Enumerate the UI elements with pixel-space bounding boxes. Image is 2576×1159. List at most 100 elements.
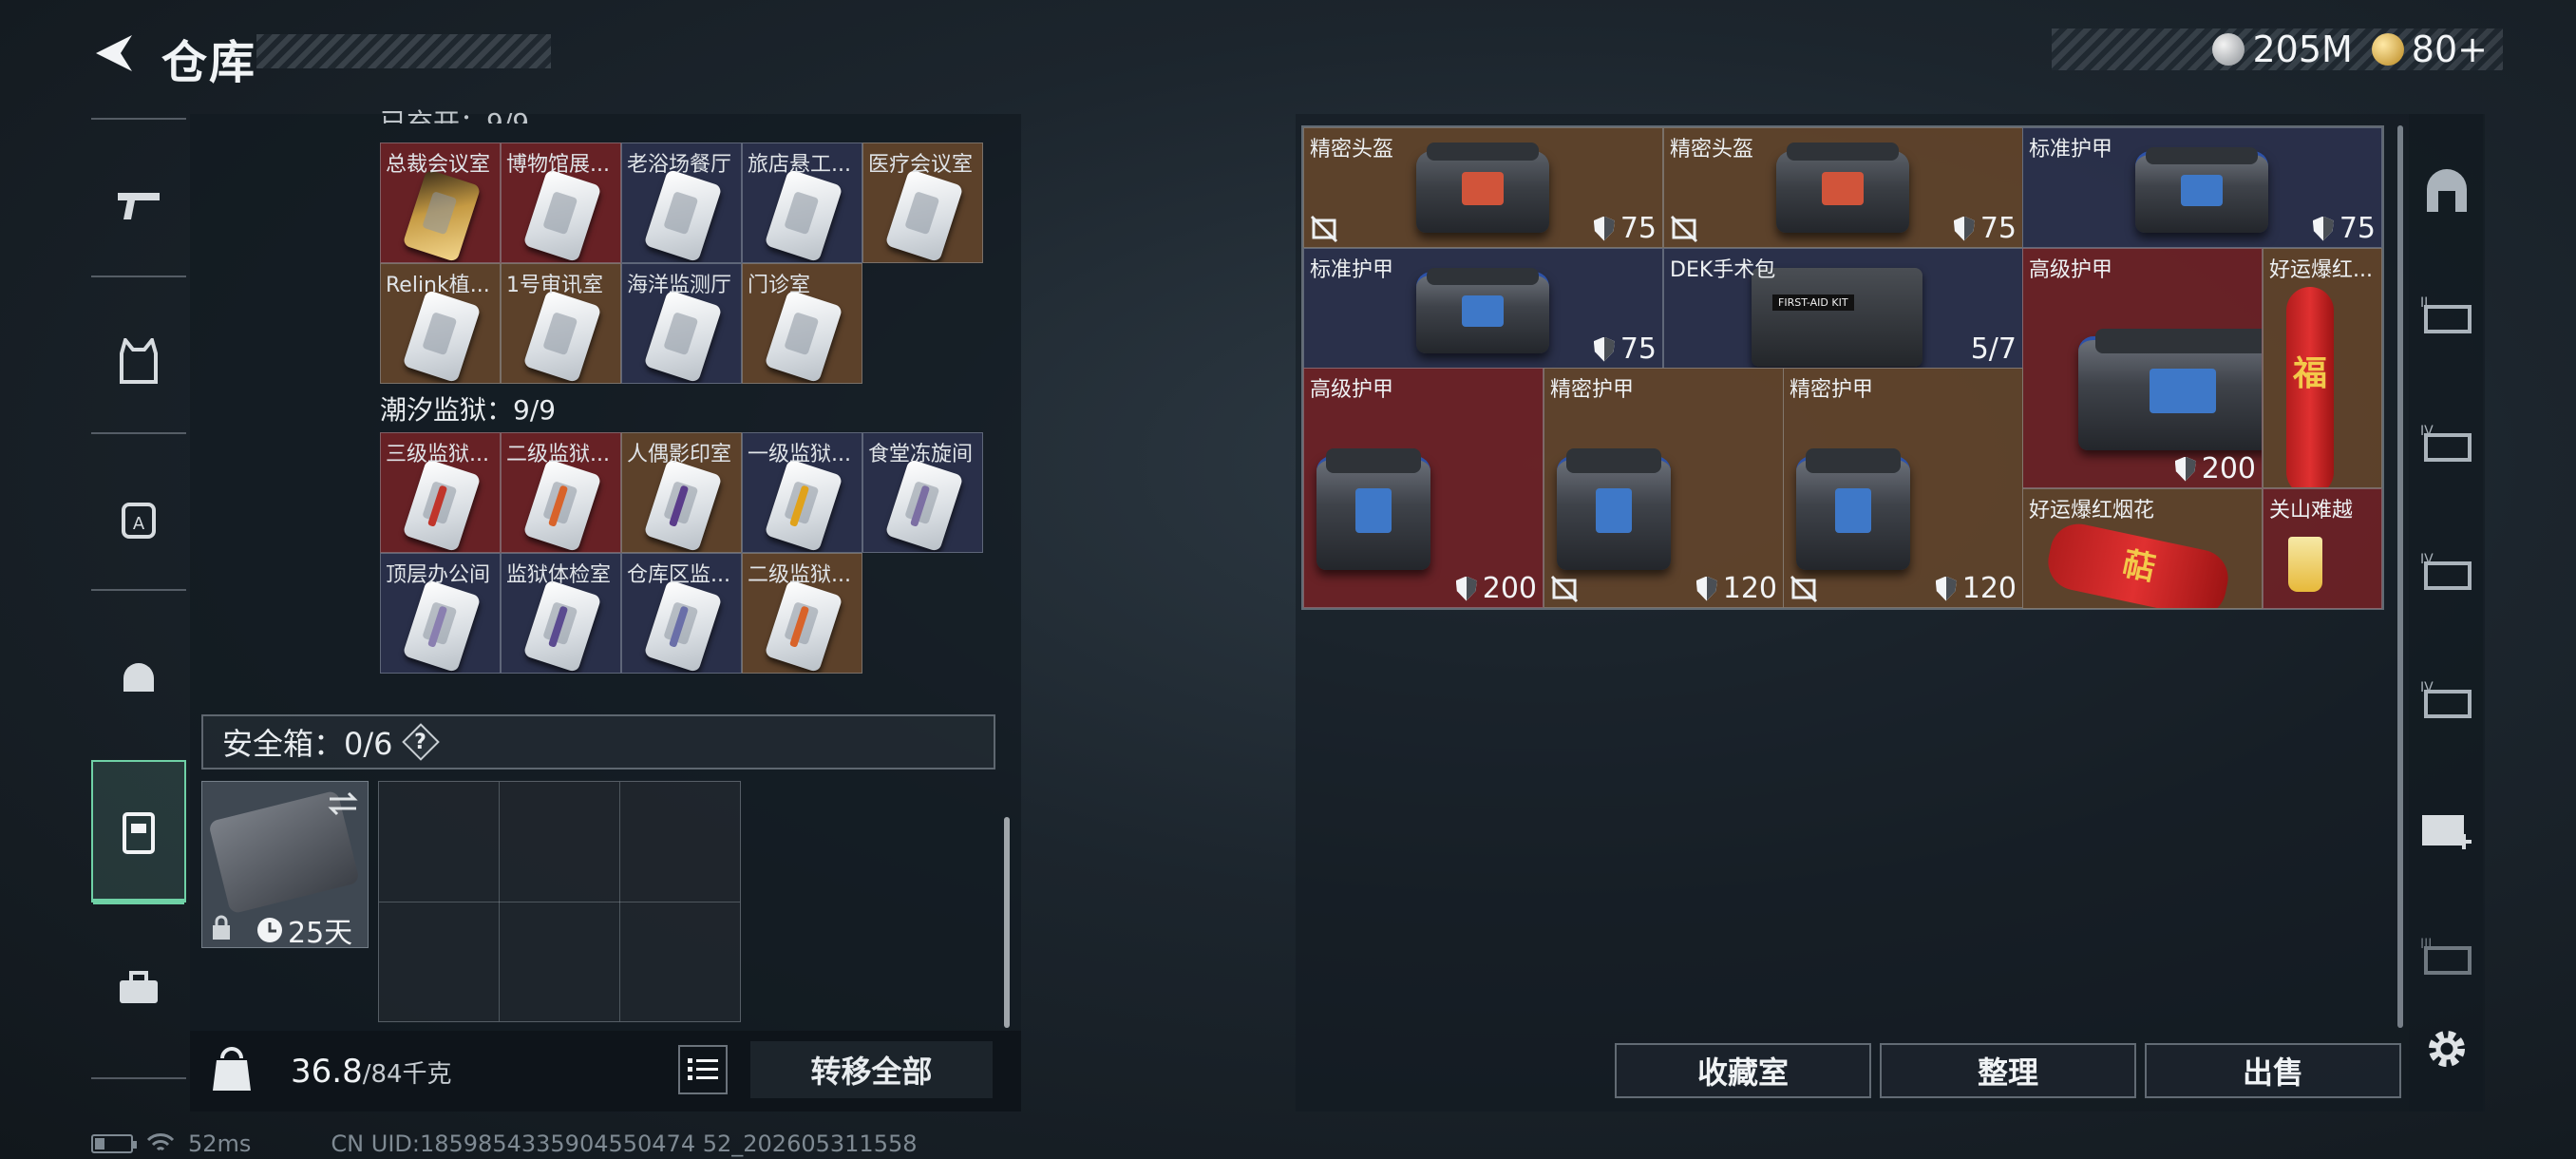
gold-currency[interactable]: 80+ (2371, 28, 2488, 70)
keycard-label: 医疗会议室 (868, 153, 974, 177)
helmet-case-image (1416, 142, 1549, 233)
armor-case-image (1557, 448, 1671, 570)
help-button[interactable]: ? (405, 726, 437, 758)
add-medkit-filter-button[interactable] (2415, 798, 2479, 863)
room-keycard-slot[interactable]: 1号审讯室 (501, 263, 621, 384)
weight-current: 36.8 (291, 1053, 363, 1091)
tier-iv-filter-button-3[interactable]: IV (2415, 670, 2479, 734)
firework-image: 福 (2286, 287, 2334, 487)
sidebar-item-backpack[interactable]: A (91, 470, 186, 565)
stash-item-helmet[interactable]: 精密头盔 75 (1303, 127, 1663, 248)
sidebar-item-weapons[interactable] (91, 157, 186, 252)
keycard-label: 二级监狱... (748, 563, 851, 587)
keycard-image (643, 168, 723, 262)
stash-item-helmet[interactable]: 精密头盔 75 (1663, 127, 2023, 248)
durability-value: 200 (1482, 572, 1537, 605)
prison-keycard-slot[interactable]: 监狱体检室 (501, 553, 621, 674)
keycard-label: 旅店悬工... (748, 153, 851, 177)
back-arrow-icon (96, 35, 132, 71)
shield-icon (2312, 216, 2334, 241)
armor-case-image (1796, 448, 1910, 570)
no-insure-icon (1670, 215, 1698, 243)
item-name: 标准护甲 (1310, 258, 1394, 282)
prison-keycard-slot[interactable]: 食堂冻旋间 (862, 432, 983, 553)
room-keycard-slot[interactable]: 总裁会议室 (380, 142, 501, 263)
prison-keycard-slot[interactable]: 一级监狱... (742, 432, 862, 553)
prison-keycard-slot[interactable]: 三级监狱... (380, 432, 501, 553)
stash-item-drink[interactable]: 关山难越 (2263, 488, 2382, 609)
container-scrollbar[interactable] (1004, 817, 1010, 1028)
keycard-image (884, 168, 964, 262)
prison-keycard-slot[interactable]: 二级监狱... (742, 553, 862, 674)
safe-box-label: 安全箱：0/6 (222, 726, 393, 762)
durability-value: 200 (2201, 452, 2256, 485)
stash-item-armor-big[interactable]: 精密护甲 120 (1544, 368, 1784, 608)
keycard-label: 三级监狱... (386, 443, 489, 466)
sidebar-item-helmet[interactable] (91, 627, 186, 722)
sort-button[interactable]: 整理 (1880, 1043, 2136, 1098)
firework-glyph: 萜 (2118, 544, 2159, 589)
tier-iii-filter-button[interactable]: III (2415, 926, 2479, 991)
room-keycard-slot[interactable]: 海洋监测厅 (621, 263, 742, 384)
safe-box-item[interactable]: 25天 (201, 781, 369, 950)
room-keycard-slot[interactable]: 老浴场餐厅 (621, 142, 742, 263)
keycard-label: 1号审讯室 (506, 274, 603, 297)
tier-iv-filter-button-2[interactable]: IV (2415, 542, 2479, 606)
medkit-label-text: FIRST-AID KIT (1772, 294, 1854, 311)
sidebar-divider (91, 118, 186, 120)
settings-button[interactable] (2415, 1016, 2479, 1081)
safe-box-grid[interactable] (378, 781, 741, 1022)
item-name: 精密头盔 (1310, 138, 1394, 162)
room-keycard-slot[interactable]: 医疗会议室 (862, 142, 983, 263)
collection-room-button[interactable]: 收藏室 (1615, 1043, 1871, 1098)
silver-currency[interactable]: 205M (2212, 28, 2353, 70)
sidebar-item-toolbox[interactable] (91, 940, 186, 1036)
prison-keycard-slot[interactable]: 二级监狱... (501, 432, 621, 553)
shield-icon (1935, 576, 1957, 601)
prison-keycard-slot[interactable]: 仓库区监... (621, 553, 742, 674)
keycard-label: 海洋监测厅 (627, 274, 732, 297)
stash-item-firework-tall[interactable]: 福 好运爆红... (2263, 248, 2382, 488)
sidebar-item-keycards[interactable] (91, 760, 186, 904)
silver-currency-value: 205M (2252, 28, 2353, 70)
durability-readout: 75 (1593, 212, 1657, 245)
room-keycard-slot[interactable]: 博物馆展... (501, 142, 621, 263)
durability-value: 75 (1979, 212, 2017, 245)
stash-item-firework-wide[interactable]: 萜 好运爆红烟花 (2022, 488, 2263, 609)
svg-text:IV: IV (2420, 680, 2434, 695)
stash-item-armor-big[interactable]: 精密护甲 120 (1783, 368, 2023, 608)
tier-iv-icon: IV (2420, 424, 2472, 462)
room-keycard-slot[interactable]: 门诊室 (742, 263, 862, 384)
prison-keycard-slot[interactable]: 人偶影印室 (621, 432, 742, 553)
stash-item-medkit[interactable]: FIRST-AID KIT DEK手术包 5/7 (1663, 248, 2023, 369)
stash-grid[interactable]: 精密头盔 75 精密头盔 75 标准护甲 75 标准护甲 75 FIRST-AID KIT DEK… (1301, 125, 2384, 610)
keycard-label: 博物馆展... (506, 153, 610, 177)
sell-button[interactable]: 出售 (2145, 1043, 2401, 1098)
transfer-all-button[interactable]: 转移全部 (750, 1041, 993, 1098)
custom-icon (2427, 169, 2467, 212)
tier-iv-filter-button-1[interactable]: IV (2415, 413, 2479, 478)
list-view-button[interactable] (678, 1045, 728, 1094)
room-keycard-slot[interactable]: 旅店悬工... (742, 142, 862, 263)
back-button[interactable] (85, 27, 142, 80)
room-keycard-slot[interactable]: Relink植... (380, 263, 501, 384)
keycard-image (402, 289, 482, 383)
tier-ii-filter-button[interactable]: II (2415, 285, 2479, 350)
keycard-label: 食堂冻旋间 (868, 443, 974, 466)
prison-keycard-slot[interactable]: 顶层办公间 (380, 553, 501, 674)
keycard-image (643, 458, 723, 552)
tier-ii-icon: II (2420, 295, 2472, 333)
sidebar-item-armor[interactable] (91, 314, 186, 408)
stash-item-armor-big[interactable]: 高级护甲 200 (2022, 248, 2263, 488)
stash-scrollbar[interactable] (2397, 125, 2403, 1028)
stash-item-armor[interactable]: 标准护甲 75 (2022, 127, 2382, 248)
keycard-image (764, 168, 843, 262)
stash-item-armor[interactable]: 标准护甲 75 (1303, 248, 1663, 369)
ping-text: 52ms (188, 1130, 252, 1157)
stash-item-armor-big[interactable]: 高级护甲 200 (1303, 368, 1544, 608)
svg-text:IV: IV (2420, 552, 2434, 567)
custom-filter-button[interactable] (2415, 162, 2479, 226)
gold-currency-value: 80+ (2411, 28, 2488, 70)
durability-readout: 200 (1455, 572, 1537, 605)
swap-icon[interactable] (326, 789, 360, 818)
